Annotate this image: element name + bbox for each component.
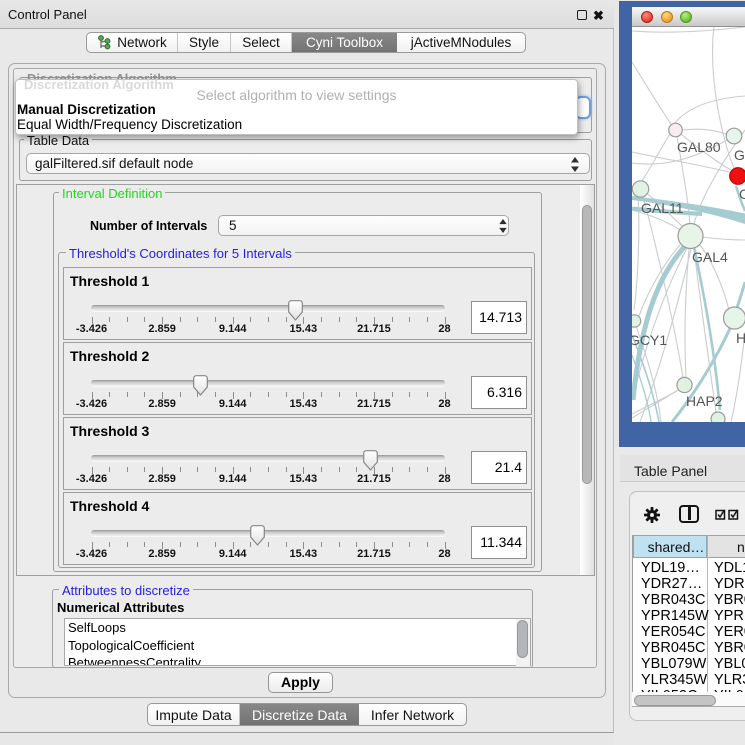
svg-text:H: H — [736, 330, 745, 346]
svg-text:GCY1: GCY1 — [632, 332, 667, 348]
svg-text:GAL4: GAL4 — [692, 249, 728, 265]
svg-text:HAP2: HAP2 — [686, 393, 723, 409]
svg-text:C: C — [739, 186, 745, 202]
svg-text:G.: G. — [734, 147, 745, 163]
svg-text:GAL80: GAL80 — [677, 139, 721, 155]
svg-text:GAL11: GAL11 — [641, 200, 684, 216]
